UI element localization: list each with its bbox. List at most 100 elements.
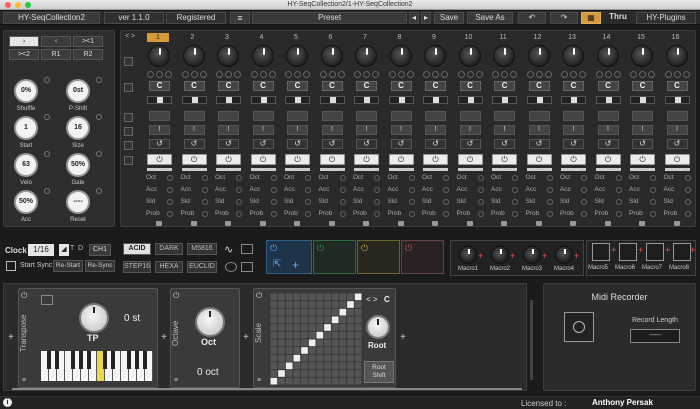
preset-next-icon[interactable]: ▸ xyxy=(421,12,431,24)
chain-add-2-icon[interactable]: + xyxy=(243,332,249,343)
record-button[interactable] xyxy=(564,312,594,342)
scale-cell[interactable] xyxy=(331,339,339,347)
keyboard-icon[interactable] xyxy=(241,262,253,272)
step-mod-a-icon[interactable] xyxy=(181,71,189,78)
step-note-box[interactable]: C xyxy=(632,81,653,91)
step-lock-icon[interactable] xyxy=(363,221,369,226)
scale-cell[interactable] xyxy=(316,324,324,331)
chain-vertical-scrollbar[interactable] xyxy=(530,300,533,380)
undo-icon[interactable]: ↶ xyxy=(518,12,546,24)
step-prob-toggle[interactable] xyxy=(305,211,311,217)
macro6-slot[interactable] xyxy=(619,243,637,261)
step-loop-icon[interactable]: ↺ xyxy=(183,139,205,149)
step-slider[interactable] xyxy=(216,96,241,104)
step-power-button[interactable]: ⏻ xyxy=(181,154,207,165)
start-sync-checkbox[interactable] xyxy=(6,261,16,271)
octave-menu-icon[interactable]: ≡ xyxy=(174,377,178,384)
scale-cell[interactable] xyxy=(278,301,285,308)
step-mod-a-icon[interactable] xyxy=(457,71,465,78)
slot-1-link-icon[interactable]: ⇱ xyxy=(273,259,281,270)
step-mod-a-icon[interactable] xyxy=(319,71,327,78)
scale-cell[interactable] xyxy=(308,301,316,308)
step-mod-a-icon[interactable] xyxy=(216,71,223,78)
piano-black-key[interactable] xyxy=(110,351,116,369)
step-pitch-knob[interactable] xyxy=(182,45,205,67)
step-gate-bar[interactable] xyxy=(561,168,586,171)
octave-knob[interactable] xyxy=(195,307,225,337)
macro4-dial[interactable] xyxy=(555,246,573,264)
step-acc-toggle[interactable] xyxy=(512,187,518,193)
scale-cell[interactable] xyxy=(354,377,362,385)
step-mod-b-icon[interactable] xyxy=(328,71,336,78)
step-pitch-knob[interactable] xyxy=(562,45,584,67)
size-mod-icon[interactable] xyxy=(96,114,102,120)
step-pitch-knob[interactable] xyxy=(286,45,308,67)
step-gate-bar[interactable] xyxy=(630,168,655,171)
transpose-keyboard-icon[interactable] xyxy=(41,295,53,305)
slot-3-power-icon[interactable]: ⏻ xyxy=(361,243,368,254)
step-loop-icon[interactable]: ↺ xyxy=(252,139,274,149)
step-acc-toggle[interactable] xyxy=(236,187,242,193)
step-mod-a-icon[interactable] xyxy=(595,71,603,78)
step-sld-toggle[interactable] xyxy=(443,199,449,205)
piano-black-key[interactable] xyxy=(86,351,92,369)
step-lock-icon[interactable] xyxy=(328,221,335,226)
scale-cell[interactable] xyxy=(339,316,347,324)
step-mod-b-icon[interactable] xyxy=(432,71,439,78)
macro2-dial[interactable] xyxy=(491,246,509,264)
step-accent-toggle[interactable]: ! xyxy=(252,125,274,135)
step-mod-a-icon[interactable] xyxy=(388,71,396,78)
macro2-knob[interactable]: + Macro2 xyxy=(485,243,515,275)
scale-cell[interactable] xyxy=(316,293,324,301)
scale-cell[interactable] xyxy=(324,316,331,324)
scale-cell[interactable] xyxy=(339,301,347,308)
scale-cell[interactable] xyxy=(331,324,339,331)
preset-selector[interactable]: Preset xyxy=(252,12,407,24)
nav-shift2-button[interactable]: ><2 xyxy=(9,49,39,60)
scale-cell[interactable] xyxy=(270,362,278,370)
step-loop-icon[interactable]: ↺ xyxy=(563,139,584,149)
grid-view-icon[interactable]: ▦ xyxy=(581,12,601,24)
nav-shift1-button[interactable]: ><1 xyxy=(73,36,103,47)
scale-cell[interactable] xyxy=(308,362,316,370)
clock-division-select[interactable]: 1/16 xyxy=(28,244,54,256)
scale-cell[interactable] xyxy=(308,316,316,324)
scale-cell[interactable] xyxy=(331,347,339,354)
scale-cell[interactable] xyxy=(354,308,362,316)
mode-m5816-button[interactable]: M5816 xyxy=(187,243,217,255)
step-power-button[interactable]: ⏻ xyxy=(492,154,517,165)
step-pitch-knob[interactable] xyxy=(631,45,653,67)
step-pitch-knob[interactable] xyxy=(493,45,515,67)
scale-menu-icon[interactable]: ≡ xyxy=(257,377,261,384)
step-lock-icon[interactable] xyxy=(294,221,300,226)
mode-euclid-button[interactable]: EUCLID xyxy=(187,261,217,273)
step-oct-toggle[interactable] xyxy=(650,175,656,181)
macro4-knob[interactable]: + Macro4 xyxy=(549,243,579,275)
version-button[interactable]: ver 1.1.0 xyxy=(104,12,164,24)
step-loop-icon[interactable]: ↺ xyxy=(287,139,308,149)
step-sld-toggle[interactable] xyxy=(374,199,380,205)
gate-mod-icon[interactable] xyxy=(96,151,102,157)
step-bar-toggle[interactable] xyxy=(459,111,481,121)
scale-cell[interactable] xyxy=(347,331,354,339)
macro6-add-icon[interactable]: + xyxy=(638,245,643,255)
step-prob-toggle[interactable] xyxy=(546,211,553,217)
step-oct-toggle[interactable] xyxy=(339,175,346,181)
step-slider[interactable] xyxy=(664,96,690,104)
scale-cell[interactable] xyxy=(293,347,301,354)
scale-cell[interactable] xyxy=(347,339,354,347)
waveform-icon[interactable]: ∿ xyxy=(224,243,233,256)
step-acc-toggle[interactable] xyxy=(305,187,311,193)
slot-3[interactable]: ⏻ xyxy=(357,240,400,274)
step-mod-c-icon[interactable] xyxy=(406,71,414,78)
piano-keyboard[interactable] xyxy=(41,351,153,381)
gate-knob[interactable]: 50% Gate xyxy=(64,153,92,193)
step-pitch-knob[interactable] xyxy=(527,45,550,67)
scale-cell[interactable] xyxy=(324,377,331,385)
step-oct-toggle[interactable] xyxy=(236,175,242,181)
scale-cell-active[interactable] xyxy=(285,362,293,370)
scale-cell[interactable] xyxy=(270,331,278,339)
scale-cell[interactable] xyxy=(285,354,293,362)
step-oct-toggle[interactable] xyxy=(305,175,311,181)
scale-cell-active[interactable] xyxy=(308,339,316,347)
